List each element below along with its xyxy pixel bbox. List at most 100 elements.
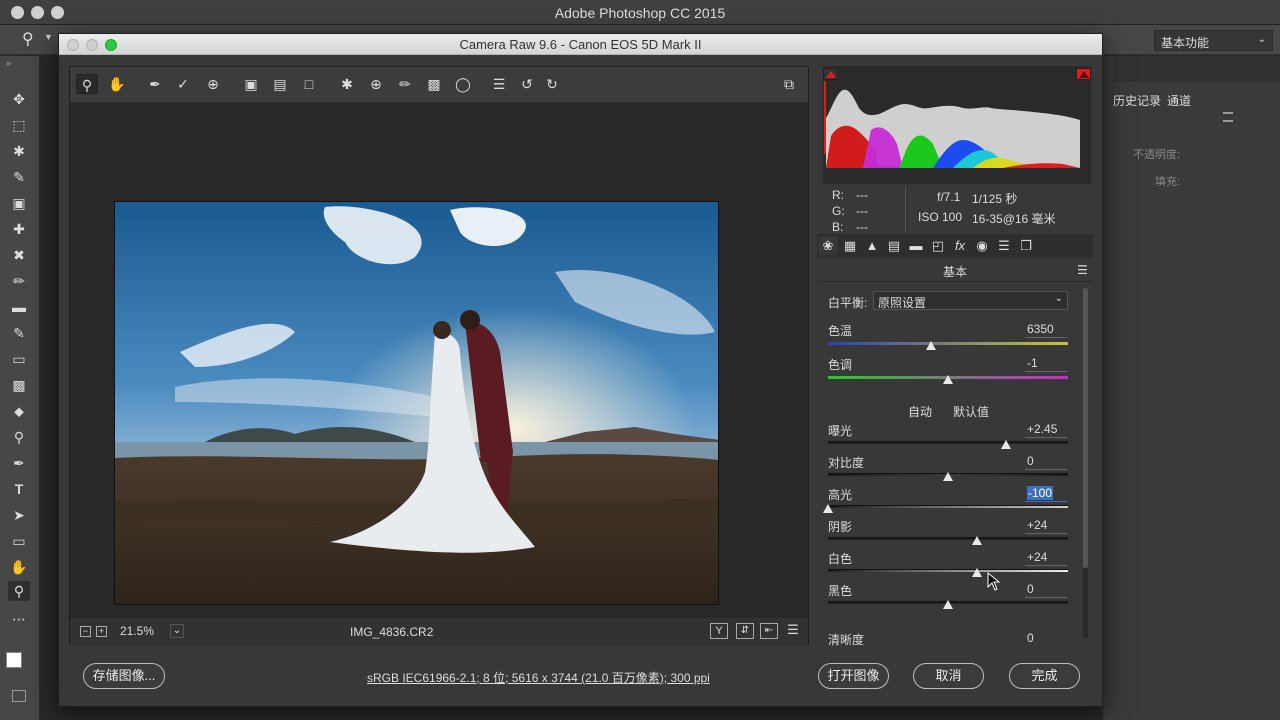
hand-tool-icon[interactable]: ✋ xyxy=(8,557,30,577)
contrast-slider-thumb[interactable] xyxy=(943,472,953,481)
preferences-icon[interactable]: ☰ xyxy=(488,74,510,94)
zoom-level-select[interactable]: 21.5% ⌄ xyxy=(112,624,186,640)
save-image-button[interactable]: 存储图像... xyxy=(83,663,165,689)
targeted-adjustment-tool-icon[interactable]: ⊕ xyxy=(202,74,224,94)
expand-icon[interactable]: » xyxy=(6,58,11,68)
whites-value[interactable]: +24 xyxy=(1027,550,1067,564)
zoom-tool-icon[interactable]: ⚲ xyxy=(22,29,34,49)
done-button[interactable]: 完成 xyxy=(1009,663,1080,689)
straighten-tool-icon[interactable]: ▤ xyxy=(269,74,291,94)
zoom-tool-icon[interactable]: ⚲ xyxy=(8,581,30,601)
spot-removal-tool-icon[interactable]: ✱ xyxy=(336,74,358,94)
clarity-value[interactable]: 0 xyxy=(1027,631,1067,645)
tab-presets-icon[interactable]: ☰ xyxy=(995,237,1013,255)
cancel-button[interactable]: 取消 xyxy=(913,663,984,689)
temperature-slider-track[interactable] xyxy=(828,342,1068,345)
shadows-slider-track[interactable] xyxy=(828,537,1068,540)
zoom-tool-icon[interactable]: ⚲ xyxy=(76,74,98,94)
panel-scrollbar[interactable] xyxy=(1083,288,1088,638)
path-select-tool-icon[interactable]: ➤ xyxy=(8,505,30,525)
rotate-left-icon[interactable]: ↺ xyxy=(516,74,538,94)
highlights-slider-track[interactable] xyxy=(828,505,1068,508)
tab-lens-icon[interactable]: ◰ xyxy=(929,237,947,255)
dodge-tool-icon[interactable]: ⚲ xyxy=(8,427,30,447)
tab-camera-calibration-icon[interactable]: ◉ xyxy=(973,237,991,255)
hand-tool-icon[interactable]: ✋ xyxy=(106,74,128,94)
auto-link[interactable]: 自动 xyxy=(908,403,932,420)
tint-slider-thumb[interactable] xyxy=(943,375,953,384)
crop-tool-icon[interactable]: ▣ xyxy=(240,74,262,94)
exposure-value[interactable]: +2.45 xyxy=(1027,422,1067,436)
whites-slider-track[interactable] xyxy=(828,569,1068,572)
adjustment-brush-icon[interactable]: ✏ xyxy=(394,74,416,94)
tab-basic-icon[interactable]: ❀ xyxy=(819,237,837,255)
shadows-value[interactable]: +24 xyxy=(1027,518,1067,532)
quick-mask-icon[interactable] xyxy=(12,690,26,702)
scrollbar-thumb[interactable] xyxy=(1083,288,1088,568)
default-link[interactable]: 默认值 xyxy=(953,403,989,420)
healing-tool-icon[interactable]: ✖ xyxy=(8,245,30,265)
highlights-slider-thumb[interactable] xyxy=(823,504,833,513)
tint-value[interactable]: -1 xyxy=(1027,356,1067,370)
tab-snapshots-icon[interactable]: ❐ xyxy=(1017,237,1035,255)
marquee-tool-icon[interactable]: ⬚ xyxy=(8,115,30,135)
before-after-view-icon[interactable]: Y xyxy=(710,623,728,639)
swap-settings-icon[interactable]: ⇵ xyxy=(736,623,754,639)
copy-settings-icon[interactable]: ⇤ xyxy=(760,623,778,639)
workspace-select[interactable]: 基本功能 ⌄ xyxy=(1154,30,1273,51)
exposure-slider-track[interactable] xyxy=(828,441,1068,444)
panel-title: 基本 xyxy=(942,265,967,279)
temperature-value[interactable]: 6350 xyxy=(1027,322,1067,336)
eyedropper-tool-icon[interactable]: ✚ xyxy=(8,219,30,239)
crop-tool-icon[interactable]: ▣ xyxy=(8,193,30,213)
panel-menu-icon[interactable] xyxy=(1223,112,1233,122)
contrast-value[interactable]: 0 xyxy=(1027,454,1067,468)
temperature-slider-thumb[interactable] xyxy=(926,341,937,350)
tab-hsl-icon[interactable]: ▤ xyxy=(885,237,903,255)
preview-bottombar: − + 21.5% ⌄ IMG_4836.CR2 Y ⇵ ⇤ ☰ xyxy=(70,618,808,646)
zoom-in-icon[interactable]: + xyxy=(96,626,107,637)
open-image-button[interactable]: 打开图像 xyxy=(818,663,889,689)
lasso-tool-icon[interactable]: ✱ xyxy=(8,141,30,161)
pen-tool-icon[interactable]: ✒ xyxy=(8,453,30,473)
toggle-settings-icon[interactable]: ☰ xyxy=(784,623,802,639)
eraser-tool-icon[interactable]: ▭ xyxy=(8,349,30,369)
white-balance-select[interactable]: 原照设置 ⌄ xyxy=(873,291,1068,310)
red-eye-tool-icon[interactable]: ⊕ xyxy=(365,74,387,94)
history-brush-tool-icon[interactable]: ✎ xyxy=(8,323,30,343)
white-balance-tool-icon[interactable]: ✒ xyxy=(144,74,166,94)
gradient-tool-icon[interactable]: ▩ xyxy=(8,375,30,395)
whites-slider-thumb[interactable] xyxy=(971,568,982,577)
tab-tone-curve-icon[interactable]: ▦ xyxy=(841,237,859,255)
blur-tool-icon[interactable]: ⬥ xyxy=(8,401,30,421)
tab-effects-icon[interactable]: fx xyxy=(951,237,969,255)
color-sampler-tool-icon[interactable]: ✓ xyxy=(172,74,194,94)
blacks-value[interactable]: 0 xyxy=(1027,582,1067,596)
tab-detail-icon[interactable]: ▲ xyxy=(863,237,881,255)
zoom-out-icon[interactable]: − xyxy=(80,626,91,637)
more-tools-icon[interactable]: ⋯ xyxy=(8,609,30,629)
app-title: Adobe Photoshop CC 2015 xyxy=(554,5,726,21)
panel-menu-icon[interactable]: ☰ xyxy=(1077,263,1088,277)
move-tool-icon[interactable]: ✥ xyxy=(8,89,30,109)
fullscreen-icon[interactable]: ⧉ xyxy=(778,74,800,94)
rotate-right-icon[interactable]: ↻ xyxy=(541,74,563,94)
graduated-filter-icon[interactable]: ▩ xyxy=(423,74,445,94)
blacks-slider-thumb[interactable] xyxy=(943,600,953,609)
rectangle-tool-icon[interactable]: ▭ xyxy=(8,531,30,551)
highlights-value[interactable]: -100 xyxy=(1027,486,1053,500)
radial-filter-icon[interactable]: ◯ xyxy=(452,74,474,94)
brush-tool-icon[interactable]: ✏ xyxy=(8,271,30,291)
transform-tool-icon[interactable]: □ xyxy=(298,74,320,94)
quick-select-tool-icon[interactable]: ✎ xyxy=(8,167,30,187)
chevron-down-icon[interactable]: ▼ xyxy=(44,32,53,42)
foreground-color-swatch[interactable] xyxy=(6,652,22,668)
stamp-tool-icon[interactable]: ▬ xyxy=(8,297,30,317)
shadows-slider-thumb[interactable] xyxy=(971,536,982,545)
tab-channels[interactable]: 通道 xyxy=(1167,92,1191,109)
workflow-options-link[interactable]: sRGB IEC61966-2.1; 8 位; 5616 x 3744 (21.… xyxy=(367,669,710,686)
tab-history[interactable]: 历史记录 xyxy=(1113,92,1161,109)
type-tool-icon[interactable]: T xyxy=(8,479,30,499)
exposure-slider-thumb[interactable] xyxy=(1000,440,1011,449)
tab-split-toning-icon[interactable]: ▬ xyxy=(907,237,925,255)
